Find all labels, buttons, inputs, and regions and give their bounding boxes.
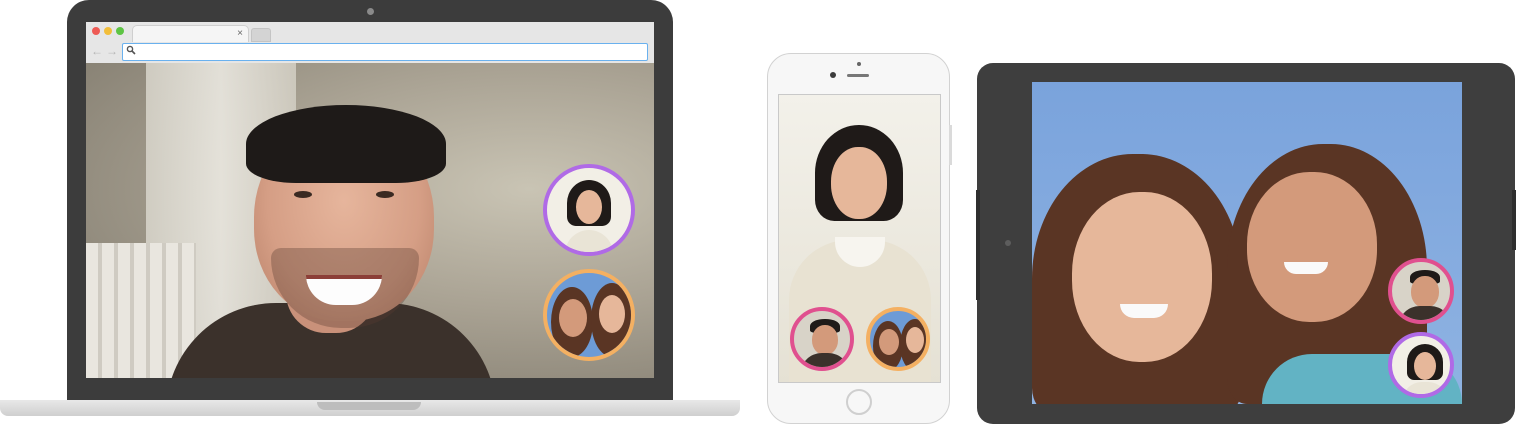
woman-face — [576, 190, 602, 224]
woman-shoulders — [565, 230, 613, 252]
address-bar[interactable] — [122, 43, 648, 61]
browser-chrome: × ← → — [86, 22, 654, 64]
browser-tab[interactable]: × — [132, 25, 249, 42]
mini-man-face — [812, 325, 838, 355]
tablet-mini-woman-face — [1414, 352, 1436, 380]
tab-close-icon[interactable]: × — [237, 27, 243, 41]
phone-speaker — [847, 74, 869, 77]
tablet-girl1-face — [1072, 192, 1212, 362]
phone-side-button — [949, 125, 952, 165]
window-maximize-icon[interactable] — [116, 27, 124, 35]
laptop-camera-icon — [367, 8, 374, 15]
tablet-camera-icon — [1005, 240, 1011, 246]
window-minimize-icon[interactable] — [104, 27, 112, 35]
man-left-eye — [294, 191, 312, 198]
phone-screen — [778, 94, 941, 383]
participant-bubble-two-girls[interactable] — [866, 307, 930, 371]
back-button[interactable]: ← — [91, 44, 103, 58]
forward-button[interactable]: → — [106, 44, 118, 58]
tablet-screen — [1032, 82, 1462, 404]
tablet-girl1-smile — [1120, 304, 1168, 318]
laptop-notch — [317, 402, 421, 410]
participant-bubble-two-girls[interactable] — [543, 269, 635, 361]
mini-girl2-face — [906, 327, 924, 353]
mini-girl1-face — [879, 329, 899, 355]
man-hair — [246, 105, 446, 183]
participant-bubble-woman[interactable] — [1388, 332, 1454, 398]
man-right-eye — [376, 191, 394, 198]
new-tab-button[interactable] — [251, 28, 271, 42]
tablet-girl2-face — [1247, 172, 1377, 322]
window-close-icon[interactable] — [92, 27, 100, 35]
tablet-girl2-smile — [1284, 262, 1328, 274]
phone-woman-face — [831, 147, 887, 219]
phone-home-button[interactable] — [846, 389, 872, 415]
tablet-mini-man-face — [1411, 276, 1439, 308]
tablet-side-button — [1512, 190, 1516, 250]
laptop-screen: × ← → — [86, 22, 654, 378]
participant-bubble-man[interactable] — [790, 307, 854, 371]
main-video-man — [86, 63, 654, 378]
girl1-face — [559, 299, 587, 337]
girl2-face — [599, 295, 625, 333]
phone-camera-icon — [830, 72, 836, 78]
participant-bubble-man[interactable] — [1388, 258, 1454, 324]
participant-bubble-woman[interactable] — [543, 164, 635, 256]
phone-sensor-icon — [857, 62, 861, 66]
search-icon — [126, 45, 136, 55]
tablet-side-edge — [976, 190, 980, 300]
